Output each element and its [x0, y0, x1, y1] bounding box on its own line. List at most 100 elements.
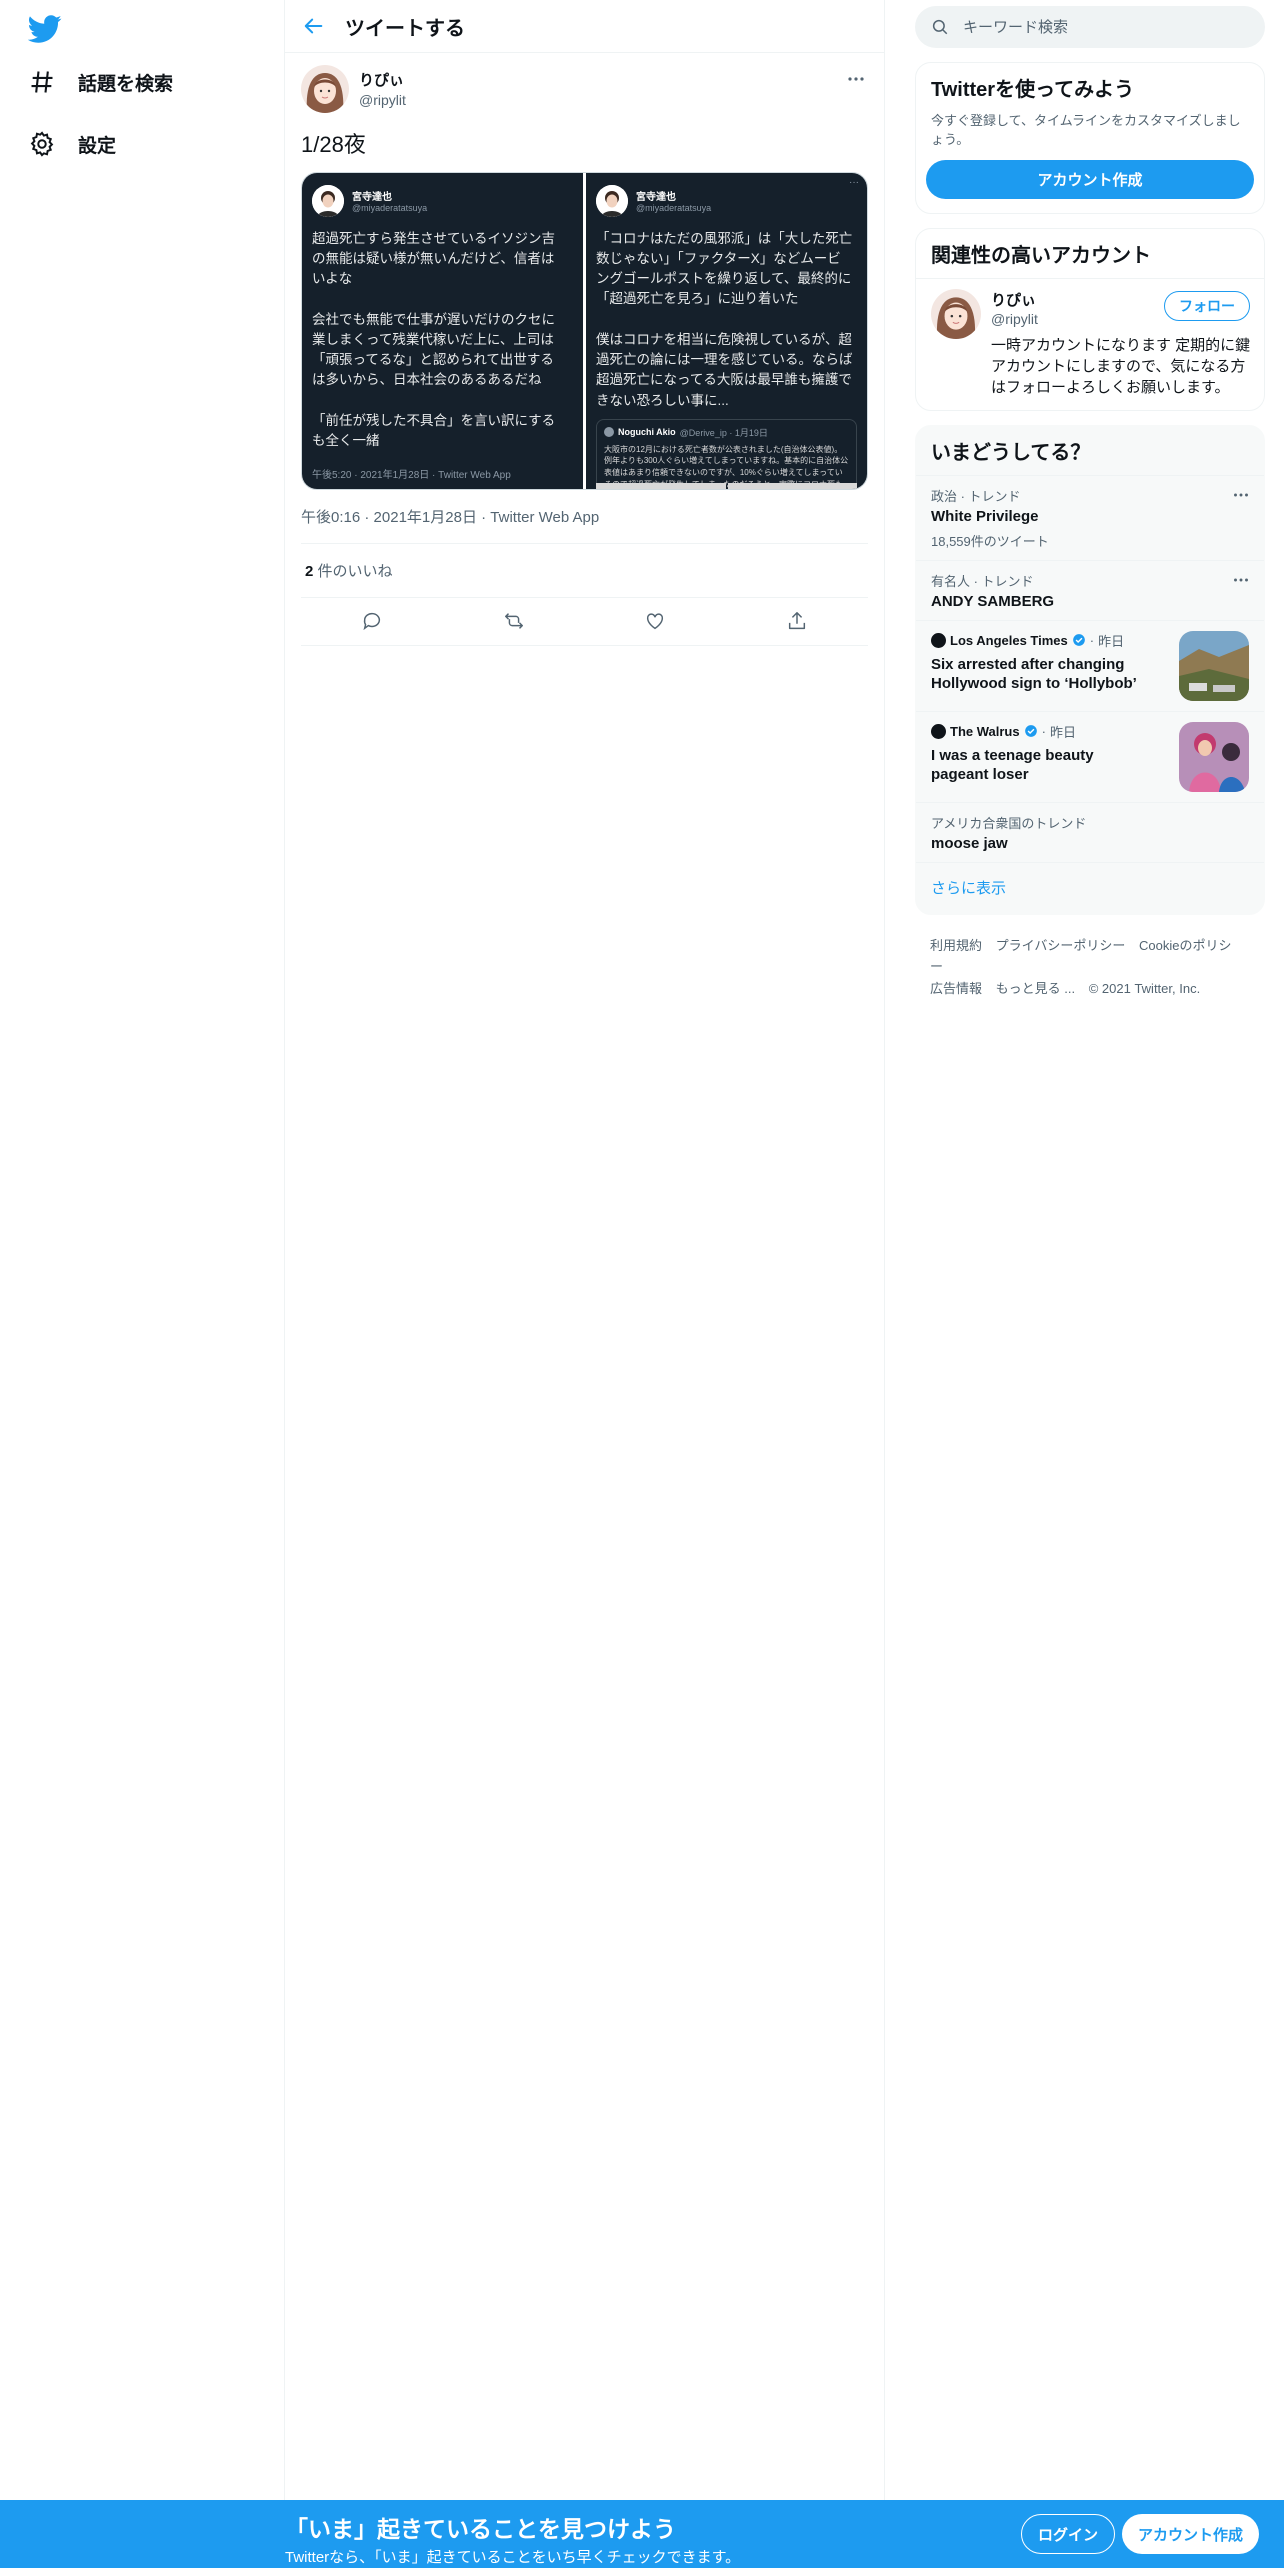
quote-name: Noguchi Akio: [618, 427, 676, 438]
screenshot-footer: 午後5:20 · 2021年1月28日 · Twitter Web App: [312, 469, 511, 481]
related-accounts-card: 関連性の高いアカウント りぴぃ @ripylit 一時アカウントになります 定期…: [915, 227, 1265, 411]
news-time: 昨日: [1098, 633, 1125, 649]
footer-link-privacy[interactable]: プライバシーポリシー: [996, 938, 1126, 953]
footer-link-terms[interactable]: 利用規約: [930, 938, 982, 953]
quote-header: Noguchi Akio @Derive_ip · 1月19日: [604, 426, 849, 439]
tweet-actions: [301, 598, 868, 646]
tweet-author: りぴぃ @ripylit: [301, 65, 868, 121]
news-item[interactable]: The Walrus · 昨日 I was a teenage beauty p…: [916, 710, 1264, 802]
author-handle[interactable]: @ripylit: [359, 92, 406, 108]
source-logo-icon: [931, 723, 946, 739]
trend-count: 18,559件のツイート: [931, 533, 1049, 549]
trend-context: 有名人 · トレンド: [931, 573, 1034, 589]
more-icon[interactable]: [1230, 484, 1252, 506]
news-thumbnail: [1179, 721, 1249, 792]
bottom-bar-title: 「いま」起きていることを見つけよう: [285, 2516, 676, 2542]
avatar[interactable]: [931, 288, 981, 339]
quote-image-strip: [596, 482, 857, 489]
signup-button[interactable]: アカウント作成: [1122, 2514, 1260, 2554]
screenshot-text: 「コロナはただの風邪派」は「大した死亡 数じゃない」「ファクターX」などムービ …: [596, 230, 853, 408]
likes-label: 件のいいね: [317, 562, 393, 580]
tweet-date[interactable]: 2021年1月28日: [374, 509, 477, 526]
avatar[interactable]: [301, 65, 349, 113]
screenshot-avatar: [312, 184, 344, 217]
trend-name: ANDY SAMBERG: [931, 592, 1055, 610]
create-account-button[interactable]: アカウント作成: [926, 159, 1254, 199]
footer-links: 利用規約 プライバシーポリシー Cookieのポリシー 広告情報 もっと見る .…: [915, 935, 1265, 999]
retweet-icon[interactable]: [497, 604, 531, 638]
signup-description: 今すぐ登録して、タイムラインをカスタマイズしましょう。: [931, 113, 1241, 147]
screenshot-header: 宮寺達也 @miyaderatatsuya: [596, 184, 857, 217]
news-source: Los Angeles Times · 昨日: [931, 631, 1151, 650]
copyright: © 2021 Twitter, Inc.: [1088, 980, 1201, 996]
tweet-text: 1/28夜: [301, 132, 366, 157]
signup-card: Twitterを使ってみよう 今すぐ登録して、タイムラインをカスタマイズしましょ…: [915, 62, 1265, 214]
related-account[interactable]: りぴぃ @ripylit 一時アカウントになります 定期的に鍵アカウントにします…: [916, 277, 1264, 410]
tweet-media[interactable]: 宮寺達也 @miyaderatatsuya 超過死亡すら発生させているイソジン吉…: [301, 171, 868, 490]
search-input[interactable]: [963, 18, 1223, 36]
tweet: りぴぃ @ripylit 1/28夜 宮寺達也 @miyaderatatsuya: [285, 53, 884, 646]
screenshot-name: 宮寺達也: [352, 192, 392, 204]
main-column: ツイートする りぴぃ @ripylit 1/28夜 宮寺達也 @miyadera…: [285, 0, 885, 2500]
screenshot-header: 宮寺達也 @miyaderatatsuya: [312, 184, 573, 217]
right-sidebar: Twitterを使ってみよう 今すぐ登録して、タイムラインをカスタマイズしましょ…: [915, 0, 1265, 999]
likes-number: 2: [305, 562, 314, 580]
tweet-meta: 午後0:16 · 2021年1月28日 · Twitter Web App: [301, 490, 868, 544]
verified-icon: [1072, 633, 1086, 647]
bottom-signup-bar: 「いま」起きていることを見つけよう Twitterなら、「いま」起きていることを…: [0, 2500, 1284, 2568]
screenshot-handle: @miyaderatatsuya: [636, 203, 712, 214]
source-logo-icon: [931, 632, 946, 648]
nav-settings-label: 設定: [78, 135, 117, 157]
likes-count[interactable]: 2 件のいいね: [301, 544, 868, 598]
share-icon[interactable]: [780, 604, 814, 638]
author-name[interactable]: りぴぃ: [359, 69, 406, 90]
follow-button[interactable]: フォロー: [1164, 290, 1250, 321]
nav-settings[interactable]: 設定: [28, 130, 116, 158]
screenshot-name: 宮寺達也: [636, 192, 676, 204]
search-bar[interactable]: [915, 6, 1265, 48]
news-title: Six arrested after changing Hollywood si…: [931, 655, 1137, 693]
tweet-time[interactable]: 午後0:16: [301, 509, 360, 526]
bottom-bar-text: 「いま」起きていることを見つけよう Twitterなら、「いま」起きていることを…: [285, 2510, 740, 2567]
trend-item[interactable]: 政治 · トレンド White Privilege 18,559件のツイート: [916, 474, 1264, 560]
like-icon[interactable]: [638, 604, 672, 638]
media-image-right[interactable]: ··· 宮寺達也 @miyaderatatsuya 「コロナはただの風邪派」は「…: [586, 172, 867, 489]
screenshot-text: 超過死亡すら発生させているイソジン吉 の無能は疑い様が無いんだけど、信者は いよ…: [312, 230, 556, 449]
trends-title: いまどうしてる？: [931, 441, 1091, 464]
news-time: 昨日: [1049, 724, 1076, 740]
news-title: I was a teenage beauty pageant loser: [931, 746, 1094, 784]
left-sidebar: 話題を検索 設定: [0, 0, 285, 2500]
page-title: ツイートする: [345, 17, 465, 40]
login-button[interactable]: ログイン: [1021, 2514, 1116, 2554]
verified-icon: [1024, 724, 1038, 738]
media-image-left[interactable]: 宮寺達也 @miyaderatatsuya 超過死亡すら発生させているイソジン吉…: [302, 172, 583, 489]
footer-link-ads[interactable]: 広告情報: [930, 981, 982, 996]
bottom-bar-subtitle: Twitterなら、「いま」起きていることをいち早くチェックできます。: [285, 2549, 741, 2566]
more-icon[interactable]: [844, 67, 868, 91]
twitter-bird-icon[interactable]: [28, 12, 62, 46]
back-button[interactable]: [285, 0, 343, 53]
footer-link-more[interactable]: もっと見る ...: [996, 981, 1075, 996]
reply-icon[interactable]: [355, 604, 389, 638]
show-more-link[interactable]: さらに表示: [916, 861, 1264, 914]
trend-item[interactable]: 有名人 · トレンド ANDY SAMBERG: [916, 559, 1264, 620]
source-name: The Walrus: [950, 723, 1020, 739]
quote-handle: @Derive_ip · 1月19日: [679, 427, 768, 438]
trend-item[interactable]: アメリカ合衆国のトレンド moose jaw: [916, 801, 1264, 862]
tweet-source[interactable]: Twitter Web App: [490, 509, 599, 526]
back-arrow-icon: [303, 15, 325, 37]
related-title: 関連性の高いアカウント: [931, 244, 1151, 267]
search-icon: [931, 18, 949, 36]
gear-icon: [28, 130, 56, 158]
screenshot-handle: @miyaderatatsuya: [352, 203, 428, 214]
screenshot-more-icon: ···: [849, 176, 859, 188]
trends-card: いまどうしてる？ 政治 · トレンド White Privilege 18,55…: [915, 424, 1265, 915]
news-thumbnail: [1179, 630, 1249, 701]
source-name: Los Angeles Times: [950, 632, 1068, 648]
more-icon[interactable]: [1230, 569, 1252, 591]
nav-explore-label: 話題を検索: [78, 73, 174, 95]
related-bio: 一時アカウントになります 定期的に鍵アカウントにしますので、気になる方はフォロー…: [991, 336, 1251, 396]
news-item[interactable]: Los Angeles Times · 昨日 Six arrested afte…: [916, 619, 1264, 711]
main-header: ツイートする: [285, 0, 884, 53]
nav-explore[interactable]: 話題を検索: [28, 68, 173, 96]
